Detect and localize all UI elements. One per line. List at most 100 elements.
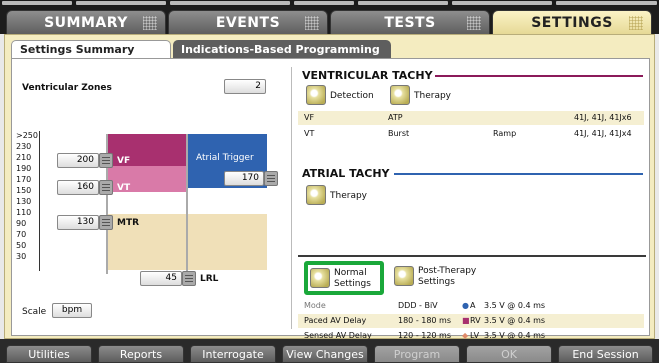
scale-tick: 90	[16, 219, 27, 228]
paced-av-value: 180 - 180 ms	[398, 316, 452, 325]
scale-unit-field[interactable]: bpm	[52, 303, 92, 318]
table-row: VT Burst Ramp 41J, 41J, 41Jx4	[298, 127, 644, 141]
reports-button[interactable]: Reports	[98, 345, 184, 363]
view-changes-button[interactable]: View Changes	[282, 345, 368, 363]
detection-label: Detection	[330, 91, 374, 101]
settings-section: Normal Settings Post-Therapy Settings Mo…	[298, 229, 646, 340]
therapy-label: Therapy	[414, 91, 451, 101]
tab-events[interactable]: EVENTS	[168, 10, 328, 34]
zone-gap	[107, 192, 187, 214]
sub-tab-label: Settings Summary	[20, 43, 135, 56]
program-button[interactable]: Program	[374, 345, 460, 363]
lead-rv-value: 3.5 V @ 0.4 ms	[484, 316, 546, 325]
scale-tick: 150	[16, 186, 32, 195]
table-row: Mode DDD - BiV ● A 3.5 V @ 0.4 ms	[298, 299, 644, 313]
utilities-button[interactable]: Utilities	[6, 345, 92, 363]
bottom-button-bar: Utilities Reports Interrogate View Chang…	[0, 339, 659, 363]
scale-tick: 170	[16, 175, 32, 184]
mtr-label: MTR	[117, 218, 140, 228]
normal-settings-label-1: Normal	[334, 268, 367, 278]
mode-value: DDD - BiV	[398, 301, 438, 310]
scale-tick: 50	[16, 241, 27, 250]
mtr-rate-value[interactable]: 130	[57, 215, 99, 230]
atrial-therapy-button-icon[interactable]	[306, 185, 326, 205]
tab-label: SUMMARY	[44, 14, 128, 31]
scale-tick: >250	[16, 131, 38, 140]
mode-label: Mode	[304, 301, 326, 310]
tab-label: EVENTS	[215, 14, 281, 31]
vf-edit-icon[interactable]	[99, 153, 113, 168]
main-tab-bar: SUMMARY EVENTS TESTS SETTINGS	[0, 6, 659, 34]
atrial-trigger-label: Atrial Trigger	[196, 153, 254, 163]
section-line	[394, 173, 643, 175]
therapy-button-icon[interactable]	[390, 85, 410, 105]
top-strip-segment	[2, 1, 72, 5]
lrl-label: LRL	[200, 274, 219, 284]
ventricular-tachy-section: VENTRICULAR TACHY Detection Therapy VF A…	[298, 65, 646, 155]
table-row: Paced AV Delay 180 - 180 ms ■ RV 3.5 V @…	[298, 314, 644, 328]
table-row: VF ATP 41J, 41J, 41Jx6	[298, 111, 644, 125]
therapy-cell: ATP	[388, 113, 403, 122]
vt-label: VT	[117, 183, 131, 193]
lead-rv-label: RV	[470, 316, 481, 325]
scale-tick: 70	[16, 230, 27, 239]
scale-tick: 30	[16, 252, 27, 261]
ventricular-zones-label: Ventricular Zones	[22, 83, 112, 93]
paced-av-label: Paced AV Delay	[304, 316, 367, 325]
end-session-button[interactable]: End Session	[558, 345, 653, 363]
section-line	[298, 255, 646, 257]
atrial-tachy-title: ATRIAL TACHY	[302, 167, 390, 180]
lrl-rate-value[interactable]: 45	[140, 271, 182, 286]
tab-label: TESTS	[384, 14, 436, 31]
tab-summary[interactable]: SUMMARY	[6, 10, 166, 34]
vt-rate-value[interactable]: 160	[57, 180, 99, 195]
atrial-therapy-label: Therapy	[330, 191, 367, 201]
rate-scale: >250 230 210 190 170 150 130 110 90 70 5…	[16, 131, 40, 275]
normal-settings-icon	[310, 268, 330, 288]
tab-settings[interactable]: SETTINGS	[492, 10, 652, 34]
scale-tick: 190	[16, 164, 32, 173]
post-therapy-settings-icon[interactable]	[394, 266, 414, 286]
detection-button-icon[interactable]	[306, 85, 326, 105]
settings-summary-content: Ventricular Zones 2 >250 230 210 190 170…	[11, 58, 650, 340]
ventricular-tachy-title: VENTRICULAR TACHY	[302, 69, 433, 82]
lead-rv-icon: ■	[462, 316, 470, 325]
grid-icon	[305, 16, 319, 30]
normal-settings-button[interactable]: Normal Settings	[304, 261, 384, 295]
top-strip-segment	[170, 1, 290, 5]
scale-tick: 130	[16, 197, 32, 206]
scale-label: Scale	[22, 307, 47, 317]
tab-label: SETTINGS	[531, 14, 613, 31]
vt-edit-icon[interactable]	[99, 180, 113, 195]
vf-rate-value[interactable]: 200	[57, 153, 99, 168]
top-strip-segment	[358, 1, 448, 5]
lrl-edit-icon[interactable]	[182, 271, 196, 286]
shock-cell: 41J, 41J, 41Jx6	[574, 113, 632, 122]
lead-a-value: 3.5 V @ 0.4 ms	[484, 301, 546, 310]
normal-settings-label-2: Settings	[334, 279, 371, 289]
ventricular-zones-value[interactable]: 2	[224, 79, 266, 94]
lead-a-icon: ●	[462, 301, 469, 310]
shock-cell: 41J, 41J, 41Jx4	[574, 129, 632, 138]
therapy-cell: Burst	[388, 129, 410, 138]
tab-indications-based-programming[interactable]: Indications-Based Programming	[173, 40, 391, 58]
sub-tab-label: Indications-Based Programming	[181, 42, 380, 56]
top-strip-segment	[452, 1, 552, 5]
post-therapy-label-1: Post-Therapy	[418, 266, 477, 276]
mtr-edit-icon[interactable]	[99, 215, 113, 230]
top-strip-segment	[556, 1, 657, 5]
interrogate-button[interactable]: Interrogate	[190, 345, 276, 363]
atrial-trigger-value[interactable]: 170	[224, 171, 264, 186]
scale-axis	[39, 131, 40, 271]
tab-tests[interactable]: TESTS	[330, 10, 490, 34]
zone-cell: VF	[304, 113, 315, 122]
atrial-trigger-edit-icon[interactable]	[264, 171, 278, 186]
lead-a-label: A	[470, 301, 476, 310]
scale-tick: 210	[16, 153, 32, 162]
top-strip-segment	[76, 1, 166, 5]
ok-button[interactable]: OK	[466, 345, 552, 363]
top-strip-segment	[294, 1, 354, 5]
tab-settings-summary[interactable]: Settings Summary	[11, 40, 171, 58]
atrial-tachy-section: ATRIAL TACHY Therapy	[298, 163, 646, 223]
grid-icon	[629, 16, 643, 30]
